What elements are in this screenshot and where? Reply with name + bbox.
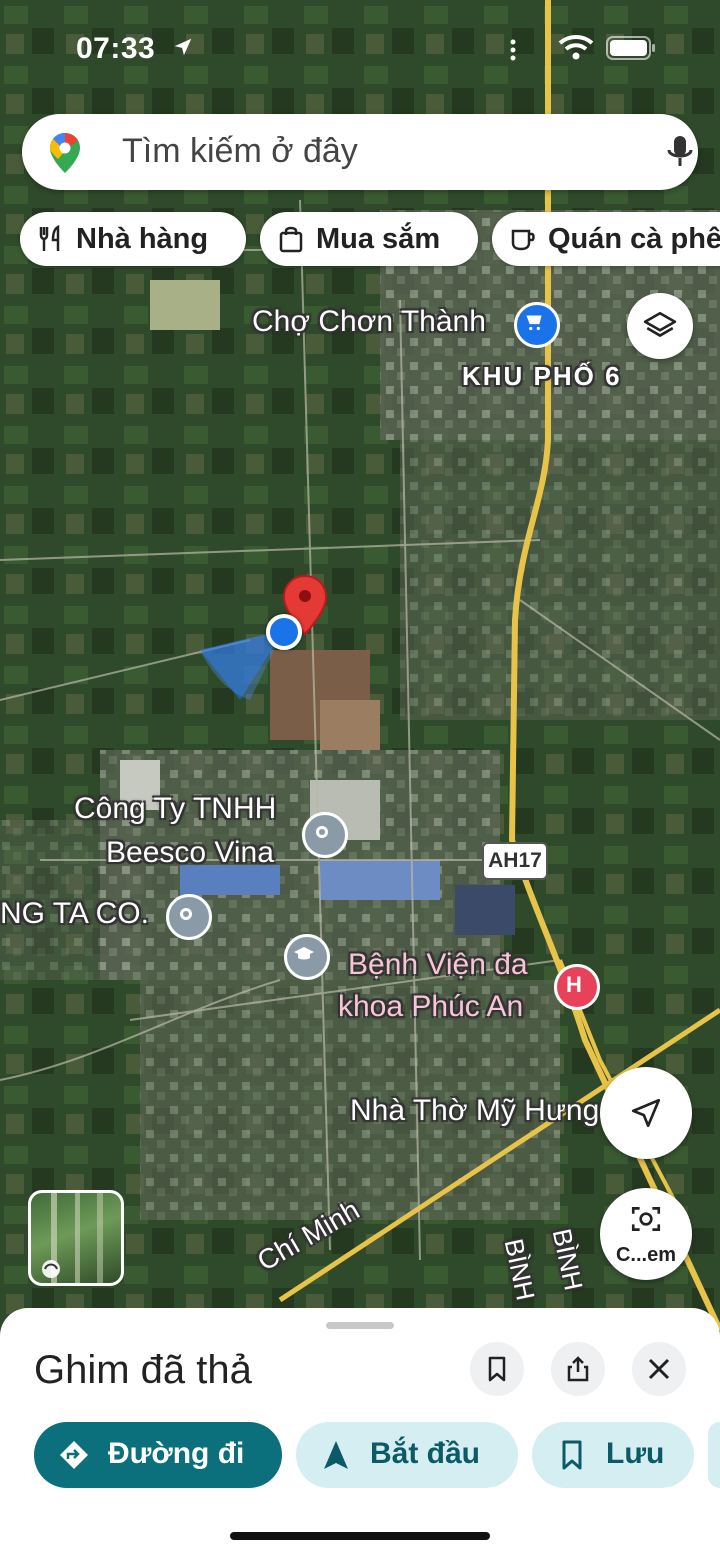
school-poi-icon[interactable] [284, 934, 330, 980]
bookmark-icon [562, 1440, 582, 1470]
shopping-bag-icon [279, 226, 303, 253]
hospital-poi-icon[interactable]: H [554, 964, 600, 1010]
place-sheet[interactable]: Ghim đã thả Đường đi Bắt đầu Lưu [0, 1308, 720, 1560]
sheet-title: Ghim đã thả [34, 1348, 252, 1392]
share-button[interactable] [551, 1342, 605, 1396]
camera-lens-icon [631, 1207, 661, 1231]
market-label[interactable]: Chợ Chơn Thành [252, 305, 486, 339]
home-indicator[interactable] [230, 1532, 490, 1540]
chip-shopping[interactable]: Mua sắm [260, 212, 478, 266]
save-icon-button[interactable] [470, 1342, 524, 1396]
navigation-arrow-icon [631, 1098, 661, 1128]
more-actions-button[interactable] [708, 1422, 720, 1488]
category-chips: Nhà hàng Mua sắm Quán cà phê [20, 212, 720, 268]
my-location-button[interactable] [600, 1067, 692, 1159]
status-time: 07:33 [76, 32, 156, 65]
close-icon [648, 1358, 670, 1380]
fork-knife-icon [39, 225, 60, 251]
microphone-icon[interactable] [664, 134, 696, 170]
status-bar: 07:33 [0, 30, 720, 70]
lens-button[interactable]: C...em [600, 1188, 692, 1280]
bookmark-icon [488, 1356, 506, 1382]
lens-label: C...em [615, 1244, 677, 1266]
chip-restaurants[interactable]: Nhà hàng [20, 212, 246, 266]
signal-dots-icon [510, 39, 516, 61]
close-button[interactable] [632, 1342, 686, 1396]
layers-icon [643, 311, 677, 337]
user-location-dot [266, 614, 302, 650]
company-label-line1[interactable]: Công Ty TNHH [74, 792, 276, 826]
hospital-label-line1[interactable]: Bệnh Viện đa [348, 948, 528, 982]
coffee-cup-icon [511, 229, 535, 251]
hospital-label-line2[interactable]: khoa Phúc An [338, 990, 523, 1024]
save-button[interactable]: Lưu [532, 1422, 694, 1488]
location-arrow-icon [174, 38, 192, 56]
share-icon [567, 1356, 589, 1382]
church-label[interactable]: Nhà Thờ Mỹ Hưng [350, 1094, 599, 1128]
chip-label: Quán cà phê [548, 223, 720, 255]
chip-label: Nhà hàng [76, 223, 209, 255]
save-label: Lưu [606, 1437, 665, 1470]
start-label: Bắt đầu [370, 1437, 481, 1470]
company-label-line2[interactable]: Beesco Vina [106, 836, 274, 870]
company-poi-icon[interactable] [302, 812, 348, 858]
navigation-start-icon [324, 1441, 348, 1469]
shopping-cart-poi-icon[interactable] [514, 302, 560, 348]
directions-icon [60, 1441, 88, 1469]
chip-label: Mua sắm [316, 223, 441, 255]
battery-icon [606, 36, 655, 60]
highway-shield: AH17 [482, 842, 548, 880]
wifi-icon [558, 35, 594, 60]
search-placeholder[interactable]: Tìm kiếm ở đây [122, 132, 358, 171]
area-label: KHU PHỐ 6 [462, 361, 622, 391]
layers-button[interactable] [627, 293, 693, 359]
street-view-thumbnail[interactable] [28, 1190, 124, 1286]
chip-coffee[interactable]: Quán cà phê [492, 212, 720, 266]
google-maps-logo-icon [50, 133, 80, 173]
search-bar[interactable]: Tìm kiếm ở đây [22, 114, 698, 190]
directions-button[interactable]: Đường đi [34, 1422, 282, 1488]
sheet-drag-handle[interactable] [326, 1322, 394, 1329]
company2-poi-icon[interactable] [166, 894, 212, 940]
directions-label: Đường đi [108, 1437, 245, 1470]
company2-label[interactable]: NG TA CO. [0, 897, 149, 931]
start-button[interactable]: Bắt đầu [296, 1422, 518, 1488]
